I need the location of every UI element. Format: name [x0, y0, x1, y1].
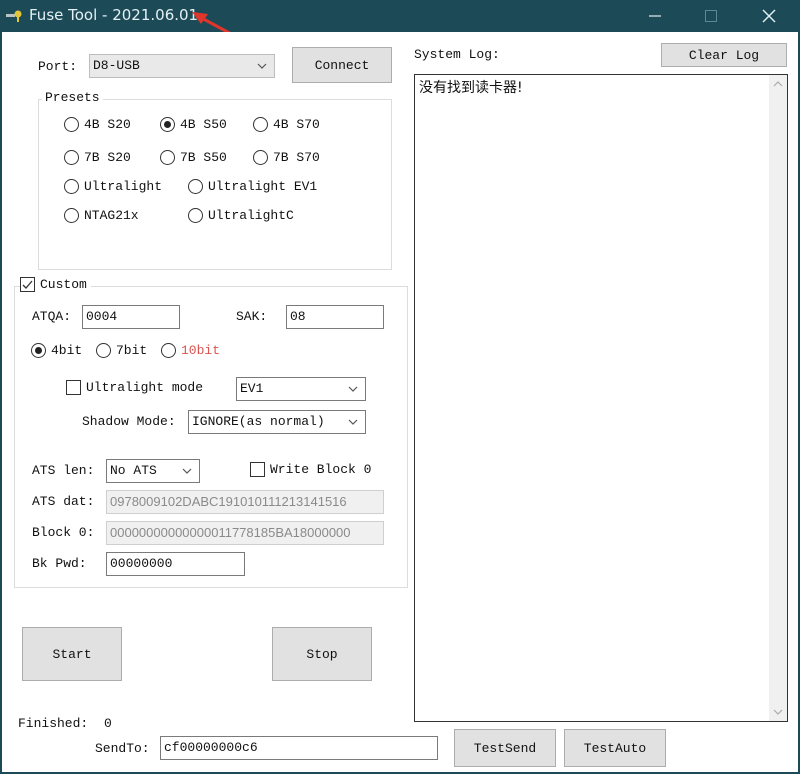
chevron-down-icon [257, 63, 267, 69]
radio-icon [253, 150, 268, 165]
custom-checkbox[interactable]: Custom [20, 277, 91, 292]
preset-ntag21x[interactable]: NTAG21x [64, 208, 139, 223]
keys-icon [6, 10, 22, 22]
preset-7b-s50[interactable]: 7B S50 [160, 150, 227, 165]
sendto-label: SendTo: [95, 741, 150, 756]
window-client: Port: D8-USB Connect Presets 4B S20 4B S… [2, 32, 798, 772]
start-button[interactable]: Start [22, 627, 122, 681]
maximize-button[interactable] [688, 0, 734, 32]
system-log-text: 没有找到读卡器! [419, 80, 523, 96]
stop-button[interactable]: Stop [272, 627, 372, 681]
radio-icon [160, 150, 175, 165]
sak-label: SAK: [236, 309, 268, 324]
uid-4bit-radio[interactable]: 4bit [31, 343, 82, 358]
chevron-down-icon [348, 386, 358, 392]
title-bar: Fuse Tool - 2021.06.01 [0, 0, 800, 44]
checkbox-icon [250, 462, 265, 477]
maximize-icon [705, 10, 717, 22]
scroll-up-button[interactable] [769, 75, 787, 93]
preset-7b-s20[interactable]: 7B S20 [64, 150, 131, 165]
clear-log-button[interactable]: Clear Log [661, 43, 787, 67]
block0-input[interactable]: 00000000000000011778185BA18000000 [106, 521, 384, 545]
ats-dat-label: ATS dat: [32, 494, 95, 509]
preset-7b-s70[interactable]: 7B S70 [253, 150, 320, 165]
radio-icon [188, 179, 203, 194]
radio-icon [64, 179, 79, 194]
system-log-textarea[interactable]: 没有找到读卡器! [414, 74, 788, 722]
preset-ultralightc[interactable]: UltralightC [188, 208, 294, 223]
ats-dat-input[interactable]: 0978009102DABC1910101112131415​16 [106, 490, 384, 514]
presets-title: Presets [42, 90, 103, 105]
preset-4b-s70[interactable]: 4B S70 [253, 117, 320, 132]
port-value: D8-USB [93, 58, 140, 73]
preset-ultralight[interactable]: Ultralight [64, 179, 162, 194]
log-scrollbar[interactable] [769, 75, 787, 721]
system-log-label: System Log: [414, 47, 500, 62]
block0-label: Block 0: [32, 525, 95, 540]
radio-icon [253, 117, 268, 132]
minimize-button[interactable] [632, 0, 678, 32]
window-title: Fuse Tool - 2021.06.01 [29, 6, 199, 24]
chevron-down-icon [182, 468, 192, 474]
finished-value: 0 [104, 716, 112, 731]
chevron-down-icon [348, 419, 358, 425]
sendto-input[interactable]: cf00000000c6 [160, 736, 438, 760]
radio-icon [96, 343, 111, 358]
ultralight-mode-select[interactable]: EV1 [236, 377, 366, 401]
preset-ultralight-ev1[interactable]: Ultralight EV1 [188, 179, 317, 194]
shadow-mode-label: Shadow Mode: [82, 414, 176, 429]
radio-icon [161, 343, 176, 358]
radio-icon [64, 150, 79, 165]
test-send-button[interactable]: TestSend [454, 729, 556, 767]
radio-icon [64, 117, 79, 132]
preset-4b-s20[interactable]: 4B S20 [64, 117, 131, 132]
finished-label: Finished: [18, 716, 89, 731]
atqa-label: ATQA: [32, 309, 72, 324]
checkbox-checked-icon [20, 277, 35, 292]
chevron-up-icon [773, 81, 783, 87]
radio-selected-icon [31, 343, 46, 358]
port-select[interactable]: D8-USB [89, 54, 275, 78]
close-icon [762, 9, 776, 23]
connect-button[interactable]: Connect [292, 47, 392, 83]
uid-7bit-radio[interactable]: 7bit [96, 343, 147, 358]
test-auto-button[interactable]: TestAuto [564, 729, 666, 767]
shadow-mode-select[interactable]: IGNORE(as normal) [188, 410, 366, 434]
port-label: Port: [38, 59, 78, 74]
chevron-down-icon [773, 709, 783, 715]
ultralight-mode-checkbox[interactable]: Ultralight mode [66, 380, 203, 395]
preset-4b-s50[interactable]: 4B S50 [160, 117, 227, 132]
minimize-icon [649, 15, 661, 17]
write-block0-checkbox[interactable]: Write Block 0 [250, 462, 371, 477]
bk-pwd-label: Bk Pwd: [32, 556, 87, 571]
ats-len-select[interactable]: No ATS [106, 459, 200, 483]
ats-len-label: ATS len: [32, 463, 95, 478]
sak-input[interactable]: 08 [286, 305, 384, 329]
atqa-input[interactable]: 0004 [82, 305, 180, 329]
close-button[interactable] [746, 0, 792, 32]
bk-pwd-input[interactable]: 00000000 [106, 552, 245, 576]
scroll-down-button[interactable] [769, 703, 787, 721]
radio-selected-icon [160, 117, 175, 132]
radio-icon [188, 208, 203, 223]
uid-10bit-radio[interactable]: 10bit [161, 343, 220, 358]
radio-icon [64, 208, 79, 223]
checkbox-icon [66, 380, 81, 395]
